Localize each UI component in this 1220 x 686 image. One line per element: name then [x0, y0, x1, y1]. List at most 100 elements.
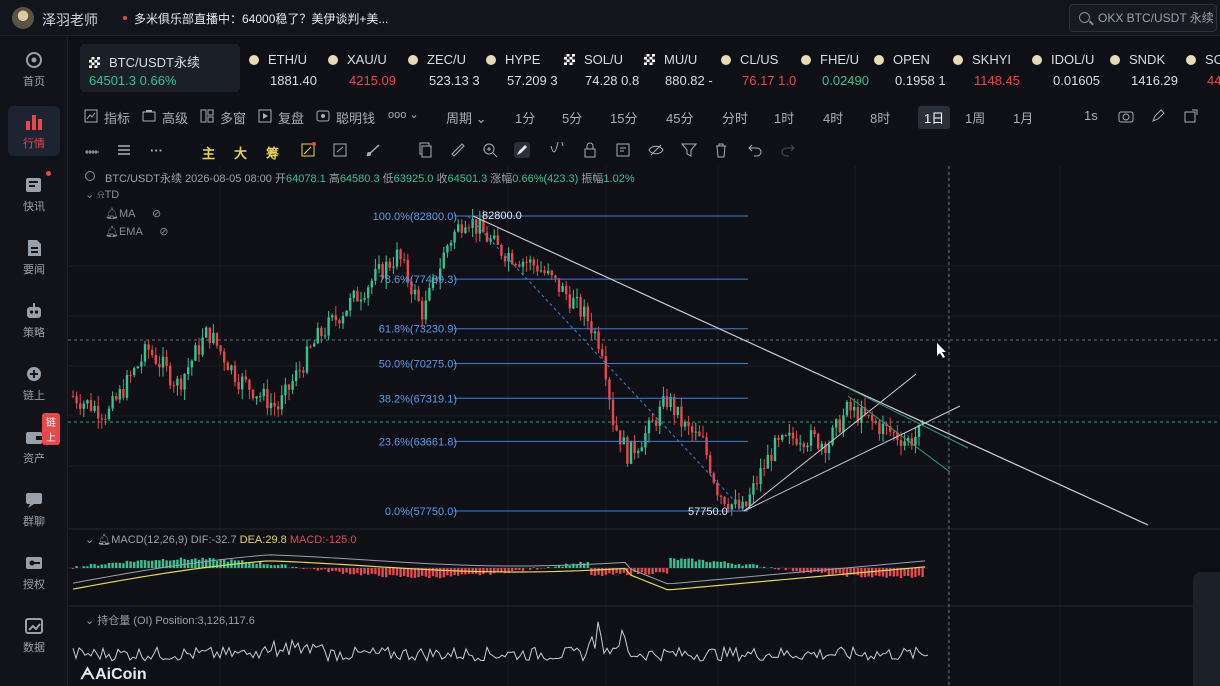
notes-icon[interactable] — [615, 142, 631, 158]
quote-item[interactable]: ZEC/U 523.13 3 — [408, 44, 488, 92]
interval-tab[interactable]: 1月 — [1013, 108, 1033, 127]
undo-icon[interactable] — [747, 142, 763, 158]
sidebar-item-strategy[interactable]: 策略 — [8, 295, 60, 345]
quote-item[interactable]: FHE/U 0.02490 — [801, 44, 881, 92]
collapse-icon[interactable]: ⌄ — [85, 615, 94, 627]
quote-item[interactable]: CL/US 76.17 1.0 — [721, 44, 801, 92]
period-dropdown[interactable]: 周期 ⌄ — [446, 108, 487, 127]
chip-button[interactable]: 筹 — [266, 143, 279, 162]
macd-histogram-bar — [482, 568, 485, 575]
quote-item[interactable]: IDOL/U 0.01605 — [1032, 44, 1112, 92]
hide-drawings-icon[interactable] — [648, 142, 664, 158]
big-order-button[interactable]: 大 — [234, 143, 247, 162]
quote-item[interactable]: SNDK 1416.29 — [1110, 44, 1190, 92]
magnet-icon[interactable] — [549, 142, 565, 158]
measure-icon[interactable] — [450, 142, 466, 158]
quote-item[interactable]: SKHYI 1148.45 — [953, 44, 1033, 92]
brush-icon[interactable] — [514, 142, 530, 158]
quote-symbol: SNDK — [1110, 52, 1165, 67]
macd-histogram-bar — [359, 568, 363, 576]
trash-icon[interactable] — [713, 142, 729, 158]
macd-histogram-bar — [215, 560, 219, 568]
eye-off-icon[interactable]: ⊘ — [159, 226, 168, 238]
sidebar-item-flash-news[interactable]: 快讯 — [8, 169, 60, 219]
quote-item[interactable]: MU/U 880.82 - — [644, 44, 724, 92]
filter-icon[interactable] — [681, 142, 697, 158]
interval-tab[interactable]: 4时 — [823, 108, 843, 127]
macd-histogram-bar — [280, 564, 283, 568]
redo-icon[interactable] — [780, 142, 796, 158]
ruler-icon[interactable] — [84, 142, 100, 158]
sync-icon[interactable] — [332, 142, 348, 158]
quote-btc-usdt-perp[interactable]: BTC/USDT永续 64501.3 0.66% — [80, 44, 240, 92]
interval-tab[interactable]: 5分 — [562, 108, 582, 127]
quote-item[interactable]: HYPE 57.209 3 — [486, 44, 566, 92]
interval-tab[interactable]: 分时 — [722, 108, 748, 127]
sidebar-item-market[interactable]: 行情 — [8, 106, 60, 156]
more-icon[interactable]: ··· — [150, 143, 163, 158]
indicator-td[interactable]: ⌄ ⍾TD — [85, 188, 119, 202]
coin-icon — [328, 55, 338, 65]
popout-icon[interactable] — [1184, 109, 1198, 123]
smart-money-extra-icon[interactable]: ooo ⌄ — [388, 108, 419, 121]
interval-tab[interactable]: 1日 — [918, 106, 951, 129]
main-indicator-button[interactable]: 主 — [202, 143, 215, 162]
candle-body — [903, 441, 906, 446]
candle-body — [93, 405, 96, 411]
sidebar-item-assets[interactable]: 链上 资产 — [8, 413, 60, 471]
oi-position: Position:3,126,117.6 — [155, 615, 255, 627]
camera-icon[interactable] — [1118, 109, 1134, 123]
username[interactable]: 泽羽老师 — [42, 10, 98, 30]
interval-tab[interactable]: 8时 — [870, 108, 890, 127]
live-broadcast-ticker[interactable]: 多米俱乐部直播中：64000稳了？美伊谈判+美... — [134, 10, 388, 27]
interval-tab[interactable]: 1时 — [774, 108, 794, 127]
macd-histogram-bar — [565, 563, 568, 568]
sidebar-item-onchain[interactable]: 链上 — [8, 358, 60, 408]
collapse-icon[interactable] — [85, 171, 95, 181]
quote-item[interactable]: SOL/U 74.28 0.8 — [564, 44, 644, 92]
quote-item[interactable]: XAU/U 4215.09 — [328, 44, 408, 92]
indicator-ma[interactable]: 🔔︎MA ⊘ — [105, 207, 161, 220]
multi-window-button[interactable]: 多窗 — [220, 108, 246, 127]
zoom-icon[interactable] — [482, 142, 498, 158]
quote-item[interactable]: ETH/U 1881.40 — [249, 44, 329, 92]
user-avatar[interactable] — [12, 7, 34, 29]
indicators-button[interactable]: 指标 — [104, 108, 130, 127]
pen-icon[interactable] — [1151, 109, 1165, 123]
collapse-icon[interactable]: ⌄ — [85, 534, 94, 546]
macd-histogram-bar — [532, 567, 535, 568]
sidebar-item-headlines[interactable]: 要闻 — [8, 232, 60, 282]
macd-value: MACD:-125.0 — [289, 534, 357, 546]
candle-body — [75, 396, 78, 404]
candle-body — [777, 437, 780, 440]
interval-tab[interactable]: 1周 — [965, 108, 985, 127]
sidebar-item-home[interactable]: 首页 — [8, 44, 60, 94]
copy-icon[interactable] — [417, 142, 433, 158]
refresh-speed-button[interactable]: 1s — [1084, 108, 1098, 123]
indicator-ema[interactable]: 🔔︎EMA ⊘ — [105, 225, 168, 238]
sidebar-item-data[interactable]: 数据 — [8, 610, 60, 660]
replay-icon — [258, 109, 272, 123]
interval-tab[interactable]: 15分 — [610, 108, 637, 127]
advanced-button[interactable]: 高级 — [162, 108, 188, 127]
menu-icon[interactable] — [116, 142, 132, 158]
quote-item[interactable]: SC 44.33 — [1186, 44, 1220, 92]
ohlc-info-bar: BTC/USDT永续 2026-08-05 08:00 开64078.1 高64… — [85, 170, 635, 186]
chart-canvas[interactable]: 100.0%(82800.0) 78.6%(77439.3) 61.8%(73230… — [68, 166, 1220, 686]
edit-layer-icon[interactable] — [300, 142, 316, 158]
replay-button[interactable]: 复盘 — [278, 108, 304, 127]
eye-off-icon[interactable]: ⊘ — [152, 208, 161, 220]
price-chart-area[interactable]: 100.0%(82800.0) 78.6%(77439.3) 61.8%(73230… — [68, 166, 1220, 686]
trendline-tool-icon[interactable] — [365, 142, 381, 158]
interval-tab[interactable]: 1分 — [515, 108, 535, 127]
sidebar-item-authorize[interactable]: 授权 — [8, 547, 60, 597]
quote-item[interactable]: OPEN 0.1958 1 — [874, 44, 954, 92]
candle-body — [597, 331, 600, 350]
smart-money-button[interactable]: 聪明钱 — [336, 108, 375, 127]
interval-tab[interactable]: 45分 — [666, 108, 693, 127]
floating-side-panel[interactable] — [1193, 572, 1220, 686]
search-box[interactable] — [1069, 4, 1217, 32]
lock-icon[interactable] — [582, 142, 598, 158]
search-input[interactable] — [1098, 10, 1216, 26]
sidebar-item-group-chat[interactable]: 群聊 — [8, 484, 60, 534]
